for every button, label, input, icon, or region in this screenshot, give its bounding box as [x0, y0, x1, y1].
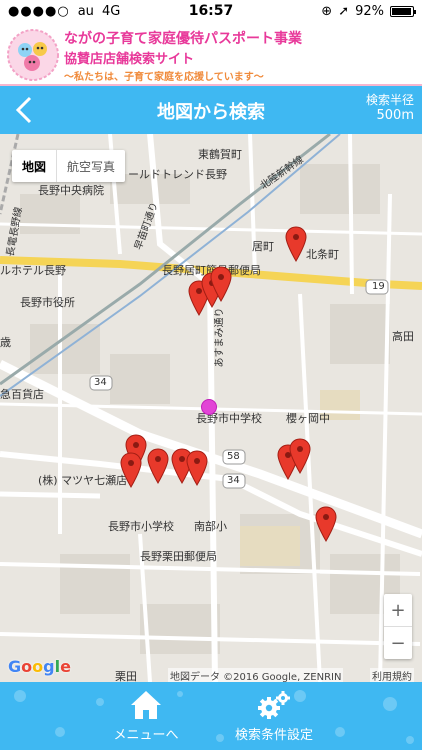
brand-title: ながの子育て家庭優待パスポート事業: [64, 31, 302, 47]
map-type-toggle: 地図 航空写真: [12, 150, 126, 182]
store-pin[interactable]: [210, 266, 232, 302]
map-label: 櫻ヶ岡中: [286, 412, 330, 425]
zoom-out-button[interactable]: −: [384, 627, 412, 659]
map-label: 34: [227, 475, 240, 486]
map-view[interactable]: 東鶴賀町 ールドトレンド長野 北陸新幹線 長野中央病院 長電長野線 早苗町通り …: [0, 134, 422, 682]
gears-icon: [194, 688, 354, 722]
store-pin[interactable]: [285, 226, 307, 262]
map-label: 南部小: [194, 520, 227, 533]
map-label: 居町: [252, 240, 274, 253]
map-label: 58: [227, 451, 240, 462]
zoom-in-button[interactable]: +: [384, 594, 412, 626]
map-terms-link[interactable]: 利用規約: [370, 668, 414, 682]
map-label: 長野中央病院: [38, 184, 104, 197]
map-type-map-button[interactable]: 地図: [12, 150, 56, 182]
brand-subtitle: 協賛店店舗検索サイト: [64, 52, 195, 67]
map-label: 歳: [0, 336, 11, 349]
zoom-controls: + −: [384, 594, 412, 659]
battery-icon: [390, 6, 416, 17]
nav-bar: 地図から検索 検索半径 500m: [0, 86, 422, 134]
status-right: ⊕ ➚ 92%: [321, 4, 416, 19]
bottom-tab-bar: メニューへ 検索条件設定: [0, 682, 422, 750]
search-radius[interactable]: 検索半径 500m: [366, 92, 414, 124]
map-label: 栗田: [115, 670, 137, 682]
map-attribution: 地図データ ©2016 Google, ZENRIN: [168, 668, 344, 682]
map-label: 長野市役所: [20, 296, 75, 309]
map-type-satellite-button[interactable]: 航空写真: [56, 150, 125, 182]
map-label: 19: [372, 281, 385, 292]
page-title: 地図から検索: [157, 102, 265, 123]
google-logo: Google: [8, 657, 71, 676]
map-label: あすまみ通り: [214, 307, 226, 368]
brand-header: ながの子育て家庭優待パスポート事業 協賛店店舗検索サイト 〜私たちは、子育て家庭…: [0, 24, 422, 86]
map-label: 長野栗田郵便局: [140, 550, 217, 563]
store-pin[interactable]: [186, 450, 208, 486]
store-pin[interactable]: [289, 438, 311, 474]
map-label: 東鶴賀町: [198, 148, 242, 161]
store-pin[interactable]: [120, 452, 142, 488]
map-label: 長野市小学校: [108, 520, 174, 533]
brand-logo: [7, 29, 59, 81]
current-location-marker: [201, 399, 217, 415]
map-label: 高田: [392, 330, 414, 343]
map-label: 急百貨店: [0, 388, 44, 401]
store-pin[interactable]: [315, 506, 337, 542]
location-icon: ➚: [338, 4, 350, 19]
map-label: (株) マツヤ七瀬店: [38, 474, 128, 487]
map-label: ルホテル長野: [0, 264, 66, 277]
search-radius-label: 検索半径: [365, 93, 414, 107]
map-label: 北条町: [306, 248, 339, 261]
search-radius-value: 500m: [376, 108, 414, 123]
status-bar: ●●●●○ au 4G 16:57 ⊕ ➚ 92%: [0, 0, 422, 24]
lock-rotation-icon: ⊕: [321, 4, 333, 19]
search-settings-tab[interactable]: 検索条件設定: [194, 688, 354, 746]
map-label: ールドトレンド長野: [128, 168, 227, 181]
brand-tagline: 〜私たちは、子育て家庭を応援しています〜: [64, 72, 264, 83]
battery-percent: 92%: [355, 4, 384, 19]
store-pin[interactable]: [147, 448, 169, 484]
search-settings-label: 検索条件設定: [234, 728, 313, 743]
map-label: 34: [94, 377, 107, 388]
